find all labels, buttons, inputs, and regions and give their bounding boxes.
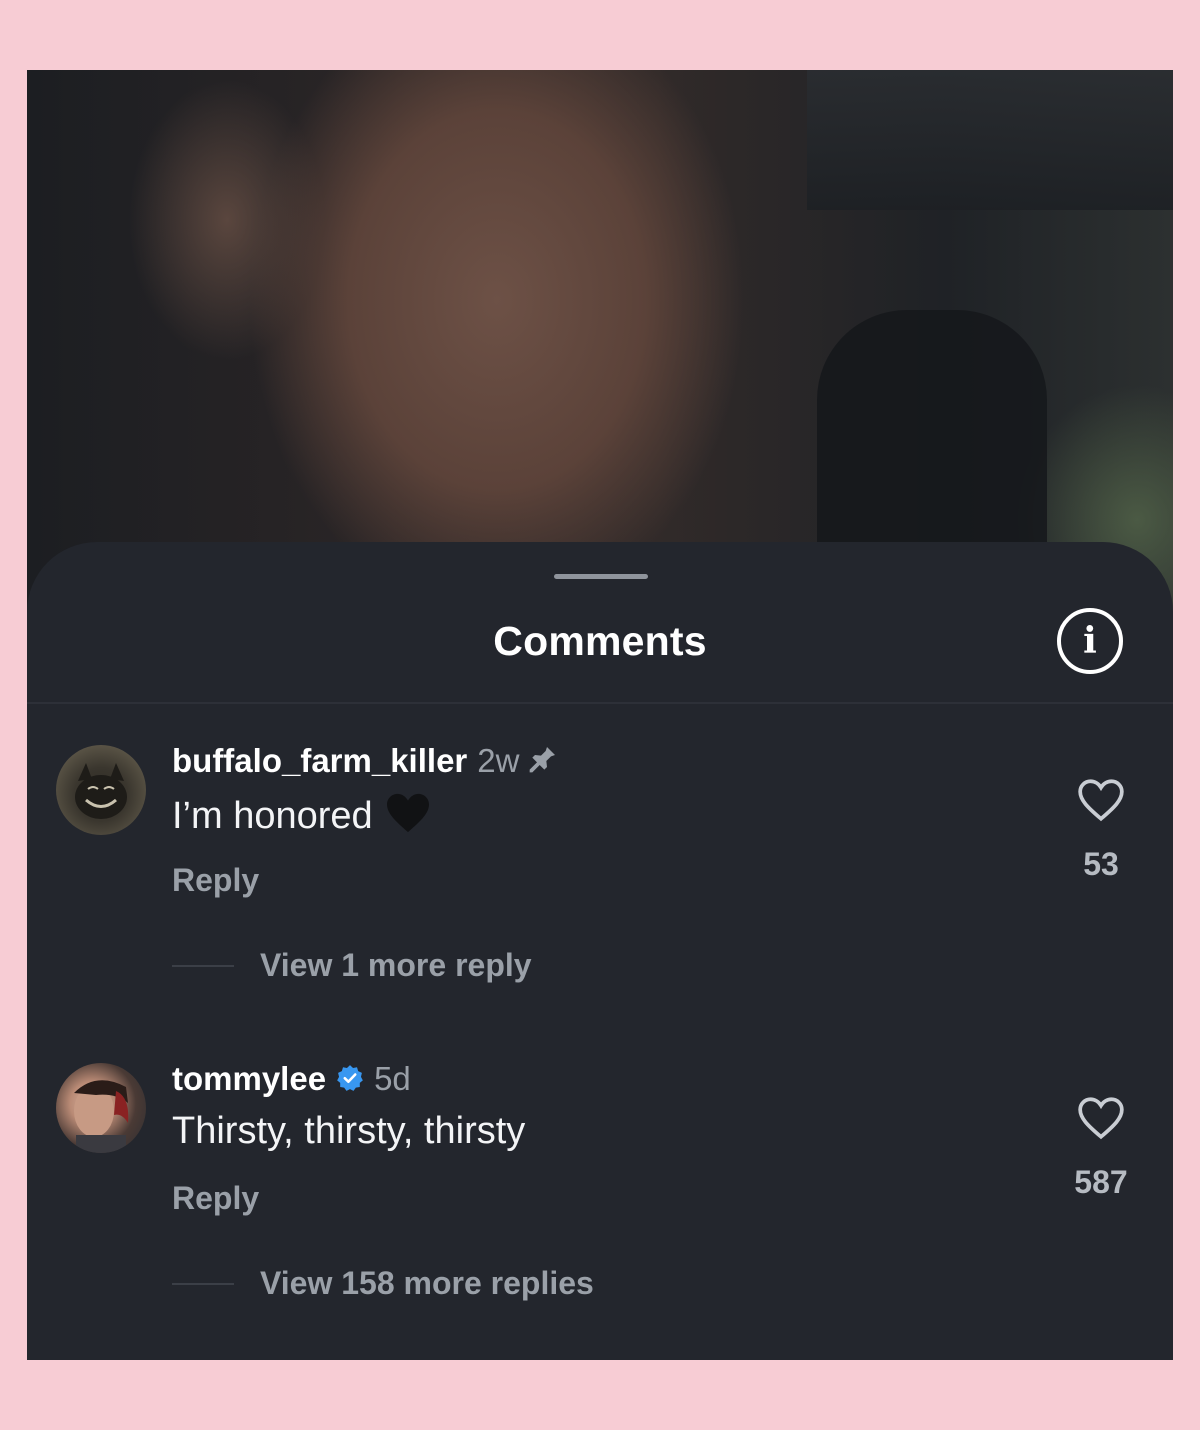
reply-button[interactable]: Reply xyxy=(172,1180,259,1217)
verified-badge-icon xyxy=(336,1062,364,1100)
black-heart-icon xyxy=(385,792,431,844)
like-count: 53 xyxy=(1083,846,1119,882)
username-text[interactable]: buffalo_farm_killer xyxy=(172,742,467,779)
view-more-label[interactable]: View 1 more reply xyxy=(260,947,532,984)
like-count: 587 xyxy=(1074,1164,1128,1200)
comment-time: 2w xyxy=(477,742,520,779)
comment-username[interactable]: buffalo_farm_killer 2w xyxy=(172,742,559,783)
avatar[interactable] xyxy=(56,745,146,835)
view-more-label[interactable]: View 158 more replies xyxy=(260,1265,594,1302)
sheet-grab-handle[interactable] xyxy=(554,574,648,579)
like-button[interactable]: 587 xyxy=(1061,1095,1141,1201)
like-button[interactable]: 53 xyxy=(1061,777,1141,883)
view-more-replies[interactable]: View 158 more replies xyxy=(172,1265,594,1302)
reply-button[interactable]: Reply xyxy=(172,862,259,899)
comment-username[interactable]: tommylee 5d xyxy=(172,1060,411,1100)
screenshot-frame: Comments i buffalo_farm_killer 2w I’m ho… xyxy=(27,70,1173,1360)
comment-item: tommylee 5d Thirsty, thirsty, thirsty Re… xyxy=(27,1060,1173,1360)
thread-line xyxy=(172,964,234,967)
thread-line xyxy=(172,1282,234,1285)
comment-time: 5d xyxy=(374,1060,411,1097)
avatar[interactable] xyxy=(56,1063,146,1153)
heart-outline-icon[interactable] xyxy=(1076,1095,1126,1141)
comment-text: I’m honored xyxy=(172,792,431,844)
sheet-title: Comments xyxy=(493,618,707,664)
pin-icon xyxy=(527,743,559,783)
car-roof xyxy=(807,70,1173,210)
info-icon[interactable]: i xyxy=(1057,608,1123,674)
header-divider xyxy=(27,702,1173,704)
comment-text-content: I’m honored xyxy=(172,795,373,838)
heart-outline-icon[interactable] xyxy=(1076,777,1126,823)
view-more-replies[interactable]: View 1 more reply xyxy=(172,947,532,984)
comment-item: buffalo_farm_killer 2w I’m honored Reply … xyxy=(27,742,1173,1042)
avatar-photo-icon xyxy=(74,1080,129,1153)
comment-text: Thirsty, thirsty, thirsty xyxy=(172,1110,526,1152)
avatar-cartoon-icon xyxy=(75,763,127,819)
username-text[interactable]: tommylee xyxy=(172,1060,326,1097)
comments-sheet: Comments i buffalo_farm_killer 2w I’m ho… xyxy=(27,542,1173,1360)
